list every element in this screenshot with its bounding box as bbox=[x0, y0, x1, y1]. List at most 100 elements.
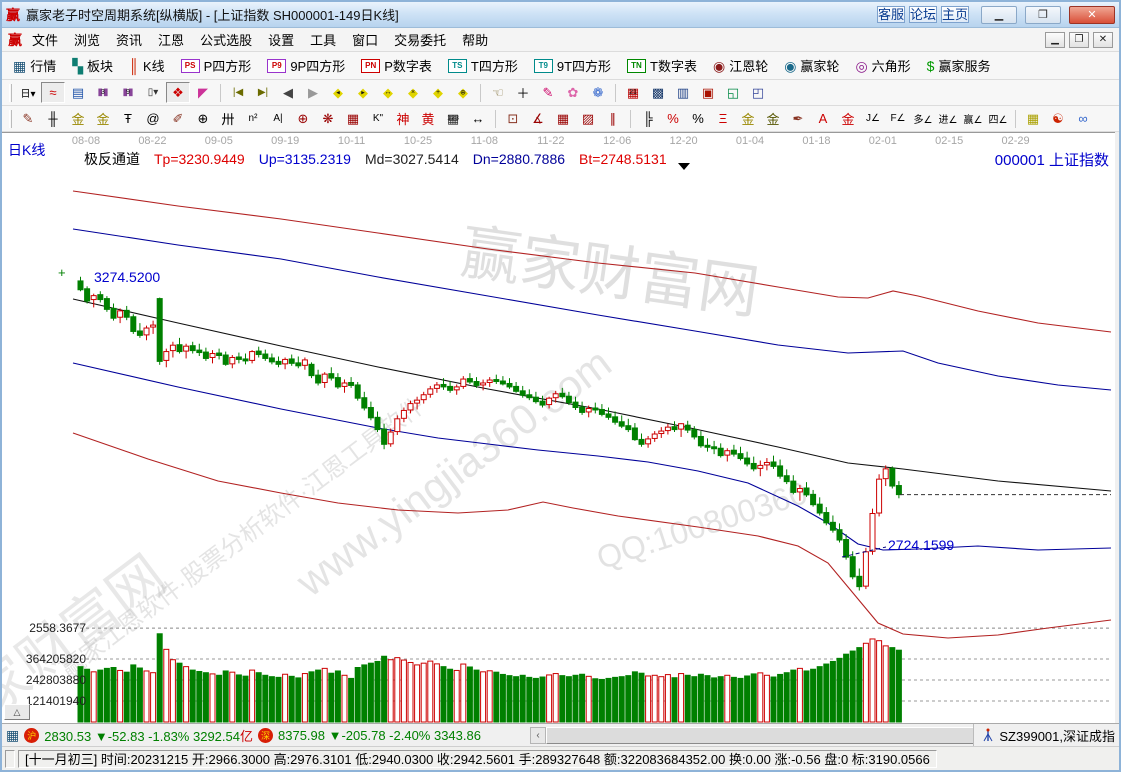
menu-工具[interactable]: 工具 bbox=[302, 28, 344, 51]
tool-save[interactable]: ▣ bbox=[696, 82, 720, 103]
tool-circle-target[interactable]: ⊕ bbox=[291, 108, 315, 129]
toolbar-kline[interactable]: ║K线 bbox=[122, 54, 172, 77]
tool-gold-circle[interactable]: 金 bbox=[736, 108, 760, 129]
tool-yinyang[interactable]: ☯ bbox=[1046, 108, 1070, 129]
tool-shen-tool[interactable]: 神 bbox=[391, 108, 415, 129]
toolbar-sectors[interactable]: ▚板块 bbox=[65, 54, 120, 77]
status-right[interactable]: SZ399001,深证成指 bbox=[973, 724, 1115, 746]
tool-pencil-rocket[interactable]: ✎ bbox=[16, 108, 40, 129]
tool-flower-blue-tool[interactable]: ❁ bbox=[586, 82, 610, 103]
tool-grid-ruler[interactable]: ╫ bbox=[41, 108, 65, 129]
toolbar-t-square[interactable]: TST四方形 bbox=[441, 54, 525, 77]
quote-grid-icon[interactable]: ▦ bbox=[6, 728, 19, 742]
tool-period-day-dropdown[interactable]: 日▾ bbox=[16, 82, 40, 103]
toolbar-p-square[interactable]: PSP四方形 bbox=[174, 54, 259, 77]
tool-dense-ruler[interactable]: 卅 bbox=[216, 108, 240, 129]
tool-bars-9[interactable]: ▮▮9 bbox=[116, 82, 140, 103]
menu-帮助[interactable]: 帮助 bbox=[454, 28, 496, 51]
toolbar-hexagon[interactable]: ◎六角形 bbox=[848, 54, 917, 77]
tool-bars-3[interactable]: ▮▮3 bbox=[91, 82, 115, 103]
tool-next-bar[interactable]: ▶ bbox=[301, 82, 325, 103]
tool-spiral[interactable]: @ bbox=[141, 108, 165, 129]
tool-export-chart[interactable]: ◱ bbox=[721, 82, 745, 103]
tool-a-wave[interactable]: A bbox=[811, 108, 835, 129]
tool-calculator[interactable]: ▩ bbox=[646, 82, 670, 103]
tool-print-chart[interactable]: ◰ bbox=[746, 82, 770, 103]
tool-parallel-lines[interactable]: ∥ bbox=[601, 108, 625, 129]
tool-spider-web[interactable]: ❋ bbox=[316, 108, 340, 129]
tool-clipboard[interactable]: ▤ bbox=[66, 82, 90, 103]
tool-volume-ruler[interactable]: ╠ bbox=[636, 108, 660, 129]
tool-zoom-in-diamond[interactable]: ◆+ bbox=[426, 82, 450, 103]
tool-gold-lines[interactable]: 金 bbox=[761, 108, 785, 129]
tool-percent[interactable]: % bbox=[686, 108, 710, 129]
tool-calendar[interactable]: ▦21 bbox=[621, 82, 645, 103]
tool-zoom-right-diamond[interactable]: ◆▸ bbox=[351, 82, 375, 103]
tool-huang-tool[interactable]: 黄 bbox=[416, 108, 440, 129]
mdi-restore-button[interactable]: ❐ bbox=[1069, 32, 1089, 48]
chart-area[interactable]: 赢家财富网赢家财富网www.yingjia360.com赢家江恩软件·股票分析软… bbox=[2, 132, 1115, 723]
tool-clock-circle[interactable]: ⊕ bbox=[191, 108, 215, 129]
close-button[interactable]: ✕ bbox=[1069, 6, 1115, 24]
menu-公式选股[interactable]: 公式选股 bbox=[192, 28, 260, 51]
tool-candle-style-dropdown[interactable]: ▯▾ bbox=[141, 82, 165, 103]
tool-grid-yellow[interactable]: ▦ bbox=[1021, 108, 1045, 129]
tool-zoom-left-diamond[interactable]: ◆◂ bbox=[326, 82, 350, 103]
menu-窗口[interactable]: 窗口 bbox=[344, 28, 386, 51]
tool-box-select[interactable]: ⊡ bbox=[501, 108, 525, 129]
scroll-left-button[interactable]: ‹ bbox=[530, 727, 546, 744]
tool-last-bar[interactable]: ▶| bbox=[251, 82, 275, 103]
tool-crosshair-tool[interactable]: ＋ bbox=[511, 82, 535, 103]
tool-k-quote[interactable]: K" bbox=[366, 108, 390, 129]
tool-fan-lines[interactable]: ∡ bbox=[526, 108, 550, 129]
tool-seven-percent[interactable]: % bbox=[661, 108, 685, 129]
tool-knot-tool[interactable]: ❖ bbox=[166, 82, 190, 103]
toolbar-gann-wheel[interactable]: ◉江恩轮 bbox=[706, 54, 775, 77]
toolbar-winner-service[interactable]: $赢家服务 bbox=[920, 54, 998, 77]
tool-pan-diamond[interactable]: ◆↔ bbox=[376, 82, 400, 103]
tool-ying-angle[interactable]: 赢∠ bbox=[961, 108, 985, 129]
tool-flower-pink-tool[interactable]: ✿ bbox=[561, 82, 585, 103]
minimize-button[interactable]: ▁ bbox=[981, 6, 1017, 24]
tool-gold-square-2[interactable]: 金 bbox=[91, 108, 115, 129]
toolbar-9p-square[interactable]: P99P四方形 bbox=[260, 54, 352, 77]
tool-zoom-full-diamond[interactable]: ◆⊕ bbox=[451, 82, 475, 103]
tool-gold-red[interactable]: 金 bbox=[836, 108, 860, 129]
tool-duo-angle[interactable]: 多∠ bbox=[911, 108, 935, 129]
toolbar-winner-wheel[interactable]: ◉赢家轮 bbox=[777, 54, 846, 77]
tool-hand-tool[interactable]: ☜ bbox=[486, 82, 510, 103]
mdi-close-button[interactable]: ✕ bbox=[1093, 32, 1113, 48]
horizontal-scrollbar[interactable]: ‹ › bbox=[530, 727, 1024, 744]
tool-trend-flag[interactable]: ◤ bbox=[191, 82, 215, 103]
mdi-minimize-button[interactable]: ▁ bbox=[1045, 32, 1065, 48]
tool-ink-brush[interactable]: ✒ bbox=[786, 108, 810, 129]
tool-prev-bar[interactable]: ◀ bbox=[276, 82, 300, 103]
tool-si-angle[interactable]: 四∠ bbox=[986, 108, 1010, 129]
menu-交易委托[interactable]: 交易委托 bbox=[386, 28, 454, 51]
linked-index-label[interactable]: SZ399001,深证成指 bbox=[999, 726, 1115, 745]
toolbar-9t-square[interactable]: T99T四方形 bbox=[527, 54, 618, 77]
quick-button-0[interactable]: 客服 bbox=[877, 6, 905, 23]
restore-button[interactable]: ❐ bbox=[1025, 6, 1061, 24]
menu-浏览[interactable]: 浏览 bbox=[66, 28, 108, 51]
tool-j-angle[interactable]: J∠ bbox=[861, 108, 885, 129]
tool-grid-fill[interactable]: ▦ bbox=[551, 108, 575, 129]
tool-zoom-out-diamond[interactable]: ◆× bbox=[401, 82, 425, 103]
menu-江恩[interactable]: 江恩 bbox=[150, 28, 192, 51]
tool-diag-grid[interactable]: ▨ bbox=[576, 108, 600, 129]
tool-f-angle[interactable]: F∠ bbox=[886, 108, 910, 129]
tool-infinity[interactable]: ∞ bbox=[1071, 108, 1095, 129]
tool-f-ruler[interactable]: Ŧ bbox=[116, 108, 140, 129]
tool-label-tool[interactable]: ✎ bbox=[536, 82, 560, 103]
tool-notepad[interactable]: ▥ bbox=[671, 82, 695, 103]
scrollbar-thumb[interactable] bbox=[546, 727, 996, 744]
quick-button-2[interactable]: 主页 bbox=[941, 6, 969, 23]
toolbar-t-digit-table[interactable]: TNT数字表 bbox=[620, 54, 704, 77]
toolbar-quotes[interactable]: ▦行情 bbox=[6, 54, 63, 77]
tool-gold-square-1[interactable]: 金 bbox=[66, 108, 90, 129]
toolbar-p-digit-table[interactable]: PNP数字表 bbox=[354, 54, 439, 77]
tool-square-web[interactable]: ▦ bbox=[341, 108, 365, 129]
tool-rocket[interactable]: ✐ bbox=[166, 108, 190, 129]
tool-zigzag-chart[interactable]: ≈ bbox=[41, 82, 65, 103]
tool-first-bar[interactable]: |◀ bbox=[226, 82, 250, 103]
